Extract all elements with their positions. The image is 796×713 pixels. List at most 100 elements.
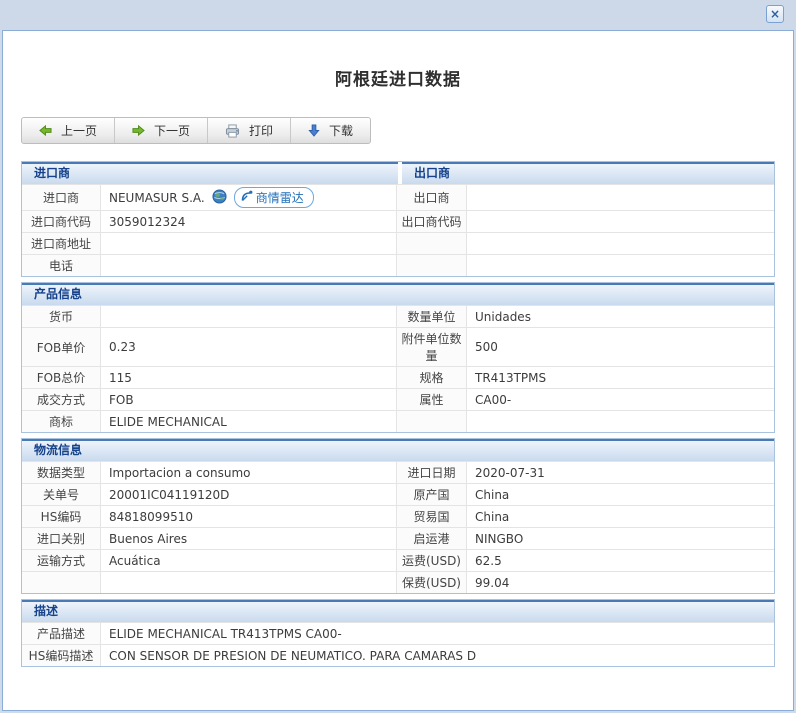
printer-icon [225,124,240,138]
field-value: Unidades [467,306,774,327]
field-label: 运输方式 [22,550,101,571]
field-value: 3059012324 [101,211,397,232]
table-row: 关单号 20001IC04119120D 原产国 China [22,483,774,505]
section-logistics-info: 物流信息 数据类型 Importacion a consumo 进口日期 202… [21,438,775,594]
field-label: 原产国 [397,484,467,505]
section-header-row: 进口商 出口商 [22,162,774,184]
logistics-info-header: 物流信息 [22,439,774,461]
field-value [101,572,397,593]
table-row: FOB单价 0.23 附件单位数量 500 [22,327,774,366]
field-label: 进口商代码 [22,211,101,232]
field-value: TR413TPMS [467,367,774,388]
product-info-header: 产品信息 [22,283,774,305]
field-value: 84818099510 [101,506,397,527]
section-importer-exporter: 进口商 出口商 进口商 NEUMASUR S.A. 商情雷达 出口商 进口商代码… [21,161,775,277]
field-value: Acuática [101,550,397,571]
field-value [101,233,397,254]
download-button[interactable]: 下载 [291,118,370,143]
field-label: 数量单位 [397,306,467,327]
field-label: 规格 [397,367,467,388]
field-value: 115 [101,367,397,388]
table-row: 数据类型 Importacion a consumo 进口日期 2020-07-… [22,461,774,483]
field-label: 运费(USD) [397,550,467,571]
field-value: ELIDE MECHANICAL [101,411,397,432]
field-label: FOB单价 [22,328,101,366]
field-label: 保费(USD) [397,572,467,593]
field-label [397,233,467,254]
next-page-button[interactable]: 下一页 [115,118,208,143]
field-label: 关单号 [22,484,101,505]
field-label: 属性 [397,389,467,410]
field-value: 0.23 [101,328,397,366]
field-value: 20001IC04119120D [101,484,397,505]
prev-page-button[interactable]: 上一页 [22,118,115,143]
field-value [467,411,774,432]
table-row: FOB总价 115 规格 TR413TPMS [22,366,774,388]
field-value [101,306,397,327]
field-label: 商标 [22,411,101,432]
importer-name: NEUMASUR S.A. [109,191,205,205]
field-label: 成交方式 [22,389,101,410]
field-label: 出口商代码 [397,211,467,232]
table-row: 货币 数量单位 Unidades [22,305,774,327]
field-value [467,233,774,254]
field-value: 62.5 [467,550,774,571]
field-label [397,411,467,432]
table-row: 进口关别 Buenos Aires 启运港 NINGBO [22,527,774,549]
field-value: ELIDE MECHANICAL TR413TPMS CA00- [101,623,774,644]
table-row: 进口商地址 [22,232,774,254]
field-label: 产品描述 [22,623,101,644]
table-row: 进口商 NEUMASUR S.A. 商情雷达 出口商 [22,184,774,210]
field-value: CA00- [467,389,774,410]
section-product-info: 产品信息 货币 数量单位 Unidades FOB单价 0.23 附件单位数量 … [21,282,775,433]
arrow-right-icon [132,124,145,137]
table-row: 产品描述 ELIDE MECHANICAL TR413TPMS CA00- [22,622,774,644]
field-value: China [467,506,774,527]
field-label: 电话 [22,255,101,276]
field-label: HS编码 [22,506,101,527]
field-value [467,211,774,232]
field-value: FOB [101,389,397,410]
importer-name-cell: NEUMASUR S.A. 商情雷达 [101,185,397,210]
field-value: CON SENSOR DE PRESION DE NEUMATICO. PARA… [101,645,774,666]
radar-label: 商情雷达 [256,189,304,206]
table-row: 进口商代码 3059012324 出口商代码 [22,210,774,232]
business-radar-button[interactable]: 商情雷达 [234,187,314,208]
field-label: 出口商 [397,185,467,210]
field-value [467,185,774,210]
field-value: 99.04 [467,572,774,593]
field-label: 货币 [22,306,101,327]
arrow-left-icon [39,124,52,137]
importer-header: 进口商 [22,162,398,184]
field-label: 附件单位数量 [397,328,467,366]
field-value: 2020-07-31 [467,462,774,483]
field-label: 进口商地址 [22,233,101,254]
field-label [22,572,101,593]
table-row: HS编码 84818099510 贸易国 China [22,505,774,527]
field-label: 进口日期 [397,462,467,483]
table-row: 运输方式 Acuática 运费(USD) 62.5 [22,549,774,571]
field-label [397,255,467,276]
field-value [101,255,397,276]
section-description: 描述 产品描述 ELIDE MECHANICAL TR413TPMS CA00-… [21,599,775,667]
table-row: 保费(USD) 99.04 [22,571,774,593]
close-icon[interactable]: × [766,5,784,23]
radar-icon [241,190,253,205]
globe-icon[interactable] [212,189,227,207]
field-value: Buenos Aires [101,528,397,549]
field-label: 启运港 [397,528,467,549]
field-label: 数据类型 [22,462,101,483]
table-row: HS编码描述 CON SENSOR DE PRESION DE NEUMATIC… [22,644,774,666]
field-value: China [467,484,774,505]
field-value: Importacion a consumo [101,462,397,483]
table-row: 电话 [22,254,774,276]
toolbar: 上一页 下一页 打印 下载 [21,117,371,144]
table-row: 成交方式 FOB 属性 CA00- [22,388,774,410]
description-header: 描述 [22,600,774,622]
exporter-header: 出口商 [402,162,774,184]
page-title: 阿根廷进口数据 [21,65,775,90]
field-label: FOB总价 [22,367,101,388]
table-row: 商标 ELIDE MECHANICAL [22,410,774,432]
print-button[interactable]: 打印 [208,118,291,143]
download-icon [308,124,320,137]
